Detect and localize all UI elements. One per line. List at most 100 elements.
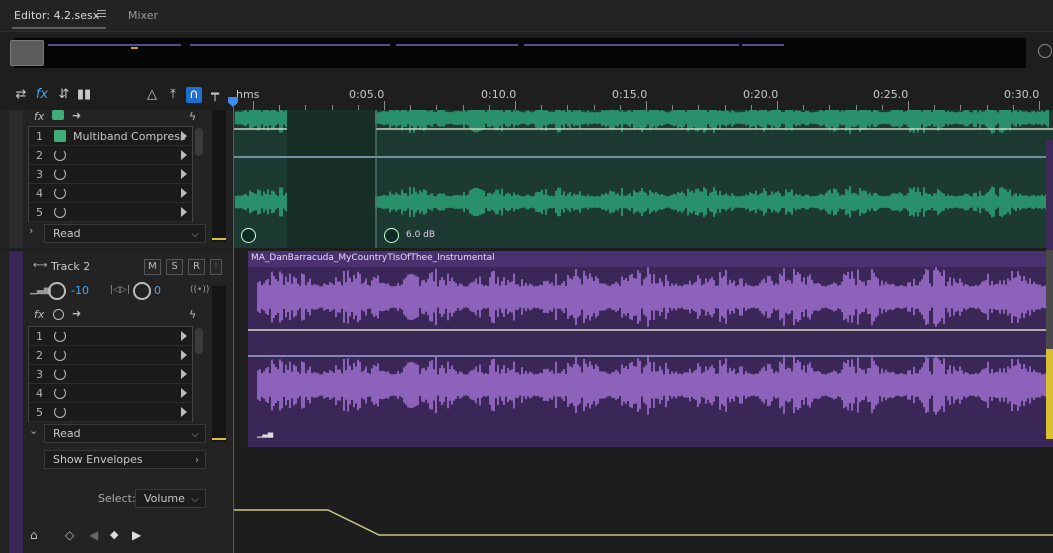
fx-slot-5[interactable]: 5 <box>29 403 192 422</box>
fx-slot-3[interactable]: 3 <box>29 165 192 184</box>
chevron-down-icon: ⌵ <box>191 429 199 440</box>
scrollbar-segment[interactable] <box>1046 250 1053 350</box>
fx-slot-2[interactable]: 2 <box>29 146 192 165</box>
fx-slot-arrow-icon[interactable] <box>181 350 187 360</box>
power-icon[interactable] <box>54 406 66 418</box>
mute-button[interactable]: M <box>144 259 161 275</box>
power-icon[interactable] <box>54 206 66 218</box>
power-icon[interactable] <box>54 330 66 342</box>
overview-marker <box>131 47 138 49</box>
clip-gain-value: 6.0 dB <box>406 230 436 240</box>
fx-slot-arrow-icon[interactable] <box>181 407 187 417</box>
metronome-icon[interactable]: △ <box>144 87 160 103</box>
fx-rack-scrollbar[interactable] <box>195 128 203 156</box>
solo-button[interactable]: S <box>166 259 183 275</box>
track2-collapse-icon[interactable]: ⌄ <box>29 424 38 437</box>
scrollbar-thumb[interactable] <box>1046 349 1053 439</box>
fx-slot-number: 2 <box>36 149 43 162</box>
volume-envelope[interactable] <box>234 447 1053 553</box>
session-overview[interactable] <box>14 38 1026 68</box>
track2-name[interactable]: Track 2 <box>51 260 90 273</box>
track1-waveform <box>234 110 1053 248</box>
previous-keyframe-icon[interactable]: ◀ <box>89 528 98 542</box>
zoom-icon[interactable] <box>1038 44 1052 58</box>
power-icon[interactable] <box>54 130 66 142</box>
envelope-parameter-select[interactable]: Volume ⌵ <box>135 489 206 508</box>
power-icon[interactable] <box>54 149 66 161</box>
playhead-line[interactable] <box>233 105 234 553</box>
power-icon[interactable] <box>54 349 66 361</box>
tab-mixer[interactable]: Mixer <box>128 9 158 22</box>
fx-slot-4[interactable]: 4 <box>29 184 192 203</box>
fx-slot-arrow-icon[interactable] <box>181 131 187 141</box>
track2-fx-lightning-icon[interactable]: ϟ <box>189 308 196 321</box>
power-icon[interactable] <box>54 168 66 180</box>
fx-rack-scrollbar[interactable] <box>195 328 203 354</box>
track2-automation-mode[interactable]: Read ⌵ <box>44 424 206 443</box>
power-icon[interactable] <box>54 368 66 380</box>
ruler-label: 0:15.0 <box>612 88 648 101</box>
record-arm-button[interactable]: R <box>188 259 205 275</box>
track1-fx-lightning-icon[interactable]: ϟ <box>189 110 196 123</box>
track1-fx-route-icon[interactable]: ➜ <box>72 109 81 122</box>
clip-gain-icon[interactable]: ▁▃▅ <box>257 430 273 438</box>
track2-waveform <box>248 267 1053 415</box>
clip-gain-icon[interactable] <box>241 228 256 243</box>
envelope-parameter-value: Volume <box>144 492 185 505</box>
fx-slot-1[interactable]: 1 <box>29 327 192 346</box>
volume-value[interactable]: -10 <box>71 284 89 297</box>
track1-fx-icon[interactable]: fx <box>34 110 44 123</box>
fx-slot-name: Multiband Compress <box>73 130 186 143</box>
power-icon[interactable] <box>54 387 66 399</box>
track2-fx-icon[interactable]: fx <box>34 308 44 321</box>
fx-slot-5[interactable]: 5 <box>29 203 192 222</box>
ruler-label: 0:10.0 <box>481 88 517 101</box>
fx-slot-2[interactable]: 2 <box>29 346 192 365</box>
overview-view-handle[interactable] <box>10 40 44 66</box>
fx-icon[interactable]: fx <box>34 87 50 103</box>
pan-value[interactable]: 0 <box>154 284 161 297</box>
fx-slot-4[interactable]: 4 <box>29 384 192 403</box>
eraser-icon[interactable]: ◇ <box>65 528 74 542</box>
clip-gain-icon[interactable] <box>384 228 399 243</box>
track1-expand-icon[interactable]: › <box>29 224 33 237</box>
track2-fx-power-icon[interactable] <box>53 309 64 320</box>
fx-slot-number: 4 <box>36 387 43 400</box>
show-envelopes-label: Show Envelopes <box>53 453 143 466</box>
track1-color-strip <box>9 110 23 248</box>
power-icon[interactable] <box>54 187 66 199</box>
fx-slot-arrow-icon[interactable] <box>181 207 187 217</box>
snap-magnet-icon[interactable]: ∩ <box>186 87 202 103</box>
input-output-icon[interactable]: ⇵ <box>56 87 72 103</box>
fx-slot-arrow-icon[interactable] <box>181 369 187 379</box>
marker-icon[interactable]: ┯ <box>207 87 223 103</box>
loop-record-icon[interactable]: ⤒ <box>165 87 181 103</box>
scrollbar-segment[interactable] <box>1046 140 1053 250</box>
fx-slot-1[interactable]: 1 Multiband Compress <box>29 127 192 146</box>
chevron-down-icon: ⌵ <box>191 229 199 240</box>
stereo-icon[interactable]: ((•)) <box>190 285 209 295</box>
pan-knob[interactable] <box>133 282 151 300</box>
meter-icon[interactable]: ▮▮ <box>76 87 92 103</box>
fx-slot-number: 5 <box>36 206 43 219</box>
automation-mode-label: Read <box>53 227 81 240</box>
track1-automation-mode[interactable]: Read ⌵ <box>44 224 206 243</box>
switch-icon[interactable]: ⇄ <box>13 87 29 103</box>
fx-slot-arrow-icon[interactable] <box>181 188 187 198</box>
fx-slot-arrow-icon[interactable] <box>181 331 187 341</box>
fx-slot-arrow-icon[interactable] <box>181 388 187 398</box>
track2-fx-route-icon[interactable]: ➜ <box>72 307 81 320</box>
tab-menu-icon[interactable] <box>97 10 106 19</box>
envelope-lock-icon[interactable]: ⌂ <box>30 528 38 542</box>
volume-knob[interactable] <box>48 282 66 300</box>
tab-editor[interactable]: Editor: 4.2.sesx <box>14 9 99 22</box>
track1-fx-power-icon[interactable] <box>52 110 64 120</box>
fx-slot-3[interactable]: 3 <box>29 365 192 384</box>
show-envelopes-button[interactable]: Show Envelopes › <box>44 450 206 469</box>
add-keyframe-icon[interactable]: ◆ <box>110 528 118 541</box>
fx-slot-arrow-icon[interactable] <box>181 169 187 179</box>
fx-slot-arrow-icon[interactable] <box>181 150 187 160</box>
next-keyframe-icon[interactable]: ▶ <box>132 528 141 542</box>
fx-slot-number: 2 <box>36 349 43 362</box>
input-monitor-button[interactable]: ⁝ <box>210 259 222 275</box>
